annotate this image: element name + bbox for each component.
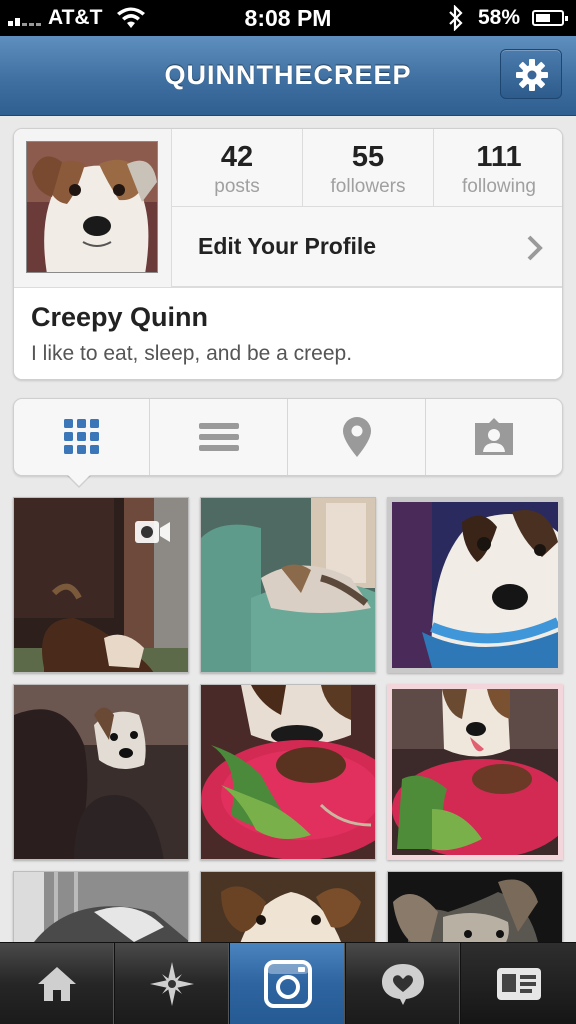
display-name: Creepy Quinn [31, 302, 209, 332]
photo-thumbnail[interactable] [200, 497, 376, 673]
avatar[interactable] [26, 141, 158, 273]
status-bar: AT&T 8:08 PM 58% [0, 0, 576, 36]
avatar-container [14, 129, 172, 287]
chevron-right-icon [527, 235, 543, 261]
following-label: following [462, 176, 536, 197]
tab-explore[interactable] [115, 943, 230, 1024]
nav-bar: QUINNTHECREEP [0, 36, 576, 116]
gear-icon [516, 59, 548, 91]
tab-pointer [68, 475, 90, 486]
activity-heart-icon [382, 964, 424, 1005]
tab-activity[interactable] [346, 943, 461, 1024]
camera-icon [263, 960, 312, 1008]
tab-tagged-view[interactable] [426, 399, 562, 475]
photo-thumbnail[interactable] [13, 497, 189, 673]
video-camera-icon [135, 521, 170, 543]
tab-camera[interactable] [230, 943, 346, 1024]
bio-section: Creepy Quinn I like to eat, sleep, and b… [14, 287, 562, 379]
tagged-photos-icon [475, 418, 513, 455]
home-icon [38, 967, 76, 1001]
tab-home[interactable] [0, 943, 115, 1024]
tab-map-view[interactable] [288, 399, 426, 475]
list-icon [198, 423, 239, 451]
following-count: 111 [476, 141, 522, 173]
battery-icon [532, 10, 568, 26]
profile-card: 42 posts 55 followers 111 following Edit… [13, 128, 563, 380]
photo-thumbnail[interactable] [387, 497, 563, 673]
following-stat[interactable]: 111 following [434, 129, 562, 207]
edit-profile-button[interactable]: Edit Your Profile [172, 207, 562, 287]
posts-stat[interactable]: 42 posts [172, 129, 303, 207]
location-pin-icon [342, 417, 371, 457]
tab-bar [0, 942, 576, 1024]
page-title: QUINNTHECREEP [164, 60, 412, 90]
followers-count: 55 [351, 141, 385, 173]
bluetooth-icon [449, 5, 463, 31]
grid-icon [63, 419, 99, 454]
tab-profile[interactable] [461, 943, 576, 1024]
edit-profile-label: Edit Your Profile [198, 233, 377, 259]
explore-star-icon [150, 962, 194, 1006]
posts-count: 42 [220, 141, 254, 173]
photo-thumbnail[interactable] [387, 684, 563, 860]
photo-thumbnail[interactable] [13, 684, 189, 860]
settings-button[interactable] [500, 49, 562, 99]
profile-card-icon [496, 968, 541, 1000]
followers-stat[interactable]: 55 followers [303, 129, 434, 207]
view-tabs [13, 398, 563, 476]
posts-label: posts [214, 176, 260, 197]
battery-percent: 58% [478, 6, 521, 29]
photo-thumbnail[interactable] [200, 684, 376, 860]
tab-grid-view[interactable] [14, 399, 150, 475]
bio-text: I like to eat, sleep, and be a creep. [31, 342, 353, 365]
followers-label: followers [330, 176, 406, 197]
tab-list-view[interactable] [150, 399, 288, 475]
